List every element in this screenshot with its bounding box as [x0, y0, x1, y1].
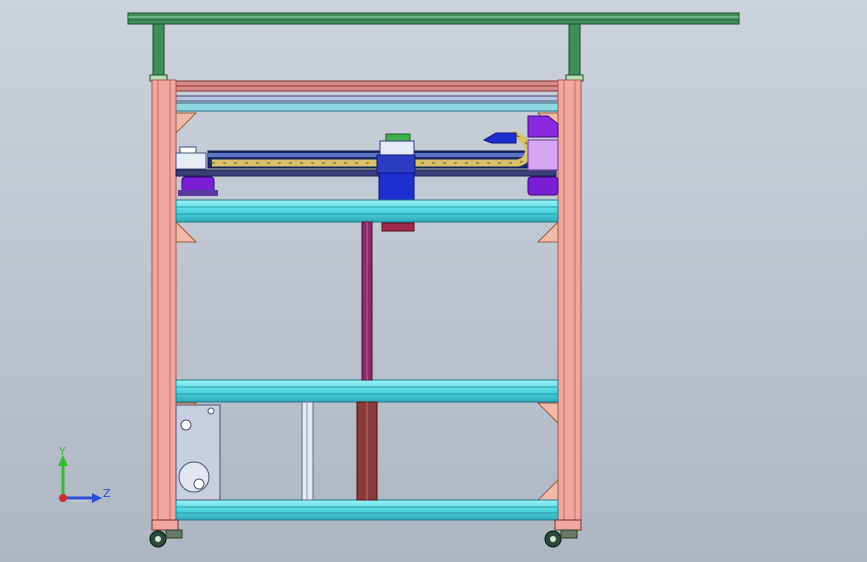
canopy-support-left	[149, 23, 168, 82]
caster-left	[149, 519, 183, 548]
lower-rails	[301, 401, 378, 501]
motor-left	[178, 176, 218, 196]
canopy-support-right	[565, 23, 584, 82]
frame-post-left	[151, 79, 177, 523]
y-axis-label: Y	[58, 445, 66, 458]
crossbar-lower	[175, 499, 559, 521]
top-crossbar	[170, 80, 562, 112]
frame-post-right	[557, 79, 582, 523]
cad-viewport[interactable]: Y Z	[0, 0, 867, 562]
motor-right-lower	[527, 176, 559, 196]
mount-panel	[175, 404, 221, 501]
vertical-guide-rod	[361, 221, 373, 381]
canopy-beam	[127, 12, 740, 25]
crossbar-middle	[175, 379, 559, 403]
crossbar-upper	[175, 199, 559, 223]
z-axis-label: Z	[103, 487, 111, 500]
axis-triad: Y Z	[58, 445, 111, 503]
machine-frame-model[interactable]: Y Z	[0, 0, 867, 562]
caster-right	[544, 519, 582, 548]
origin-icon	[59, 494, 67, 502]
